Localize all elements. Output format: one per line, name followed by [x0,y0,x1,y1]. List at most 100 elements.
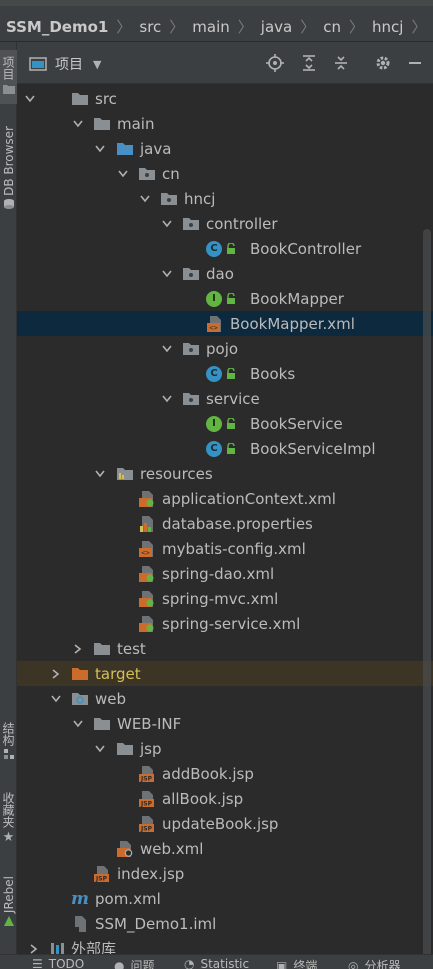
chevron-right-icon[interactable] [71,636,85,661]
view-selector[interactable]: 项目 ▼ [29,54,101,74]
tree-row-service[interactable]: service [17,386,433,411]
tree-row-controller[interactable]: controller [17,211,433,236]
chevron-down-icon[interactable] [93,461,107,486]
chevron-down-icon[interactable] [93,736,107,761]
tab-problems[interactable]: ● 问题 [114,957,155,969]
chevron-right-icon: 〉 [165,16,188,37]
spring-xml-icon [138,565,156,583]
tab-jrebel[interactable]: JRebel [0,876,17,942]
tab-structure[interactable]: 结构 [0,722,17,778]
chevron-right-icon[interactable] [49,661,63,686]
gear-icon[interactable] [373,54,393,72]
chevron-right-icon[interactable] [27,936,41,954]
tree-row-spring-mvc-xml[interactable]: spring-mvc.xml [17,586,433,611]
tree-row-database-properties[interactable]: database.properties [17,511,433,536]
tree-row-main[interactable]: main [17,111,433,136]
svg-text:JSP: JSP [140,775,153,782]
breadcrumb-cn[interactable]: cn [319,18,345,36]
folder-icon [93,116,111,131]
breadcrumb-java[interactable]: java [257,18,296,36]
expand-all-icon[interactable] [299,54,319,72]
tree-row-applicationcontext-xml[interactable]: applicationContext.xml [17,486,433,511]
tree-row-allbook-jsp[interactable]: JSP allBook.jsp [17,786,433,811]
chevron-down-icon[interactable] [138,186,152,211]
tab-favorites[interactable]: 收藏夹 ★ [0,792,17,856]
tree-row-cn[interactable]: cn [17,161,433,186]
tree-row-spring-dao-xml[interactable]: spring-dao.xml [17,561,433,586]
tab-statistic[interactable]: ◔ Statistic [184,957,249,969]
tree-row-label: hncj [184,190,215,208]
breadcrumb-main[interactable]: main [188,18,233,36]
tab-todo[interactable]: ☰ TODO [32,957,84,969]
chevron-down-icon[interactable] [93,136,107,161]
tab-structure-label: 结构 [0,722,17,746]
tree-row-iml[interactable]: SSM_Demo1.iml [17,911,433,936]
tree-row-label: jsp [140,740,162,758]
breadcrumb-project[interactable]: SSM_Demo1 [6,18,112,36]
tree-row-web-inf[interactable]: WEB-INF [17,711,433,736]
tree-row-updatebook-jsp[interactable]: JSP updateBook.jsp [17,811,433,836]
tree-row-target[interactable]: target [17,661,433,686]
chevron-down-icon[interactable] [116,161,130,186]
folder-icon [116,741,134,756]
tree-row-label: Books [250,365,295,383]
class-icon: C [206,241,222,257]
tree-row-index-jsp[interactable]: JSP index.jsp [17,861,433,886]
chevron-down-icon[interactable] [160,261,174,286]
chevron-down-icon[interactable] [49,686,63,711]
tree-row-books[interactable]: C Books [17,361,433,386]
tree-row-pojo[interactable]: pojo [17,336,433,361]
lock-icon [226,368,236,379]
tree-row-bookserviceimpl[interactable]: C BookServiceImpl [17,436,433,461]
tree-row-bookmapper[interactable]: I BookMapper [17,286,433,311]
tree-row-dao[interactable]: dao [17,261,433,286]
tree-row-external-libraries[interactable]: 外部库 [17,936,433,954]
tree-row-label: BookMapper [250,290,344,308]
tree-row-addbook-jsp[interactable]: JSP addBook.jsp [17,761,433,786]
tree-row-src[interactable]: src [17,86,433,111]
tree-row-resources[interactable]: resources [17,461,433,486]
vertical-scrollbar[interactable] [423,229,431,954]
tab-terminal-label: 终端 [293,957,317,969]
navigation-bar: SSM_Demo1 〉 src 〉 main 〉 java 〉 cn 〉 hnc… [0,0,433,42]
statistic-icon: ◔ [184,957,194,969]
locate-file-icon[interactable] [265,54,285,72]
tab-project[interactable]: 项目 [0,50,17,104]
package-icon [182,266,200,281]
class-icon: C [206,441,222,457]
chevron-down-icon[interactable] [71,711,85,736]
tree-row-web-xml[interactable]: web.xml [17,836,433,861]
collapse-all-icon[interactable] [331,54,351,72]
tab-db-browser[interactable]: DB Browser [0,126,17,226]
jrebel-icon [3,915,15,927]
tree-row-jsp-folder[interactable]: jsp [17,736,433,761]
profiler-icon: ◎ [348,959,358,969]
chevron-down-icon[interactable] [71,111,85,136]
chevron-down-icon[interactable] [160,336,174,361]
tree-row-spring-service-xml[interactable]: spring-service.xml [17,611,433,636]
svg-text:<>: <> [209,324,217,332]
structure-icon [3,748,15,760]
chevron-down-icon[interactable] [23,86,37,111]
tree-row-bookservice[interactable]: I BookService [17,411,433,436]
tree-row-java[interactable]: java [17,136,433,161]
tree-row-mybatis-config-xml[interactable]: <> mybatis-config.xml [17,536,433,561]
chevron-right-icon: 〉 [296,16,319,37]
tree-row-web[interactable]: web [17,686,433,711]
chevron-down-icon[interactable] [160,386,174,411]
breadcrumb-src[interactable]: src [135,18,165,36]
tab-terminal[interactable]: ▣ 终端 [276,957,317,969]
minimize-icon[interactable] [405,54,425,72]
tree-row-pom-xml[interactable]: m pom.xml [17,886,433,911]
tree-row-hncj[interactable]: hncj [17,186,433,211]
tree-row-test[interactable]: test [17,636,433,661]
chevron-down-icon[interactable] [160,211,174,236]
database-icon [3,198,15,210]
web-xml-icon [116,840,134,858]
breadcrumb-hncj[interactable]: hncj [368,18,407,36]
tab-profiler[interactable]: ◎ 分析器 [348,957,401,969]
tree-row-bookcontroller[interactable]: C BookController [17,236,433,261]
jsp-file-icon: JSP [138,765,156,783]
tree-row-bookmapper-xml[interactable]: <> BookMapper.xml [17,311,433,336]
chevron-right-icon: 〉 [407,16,430,37]
